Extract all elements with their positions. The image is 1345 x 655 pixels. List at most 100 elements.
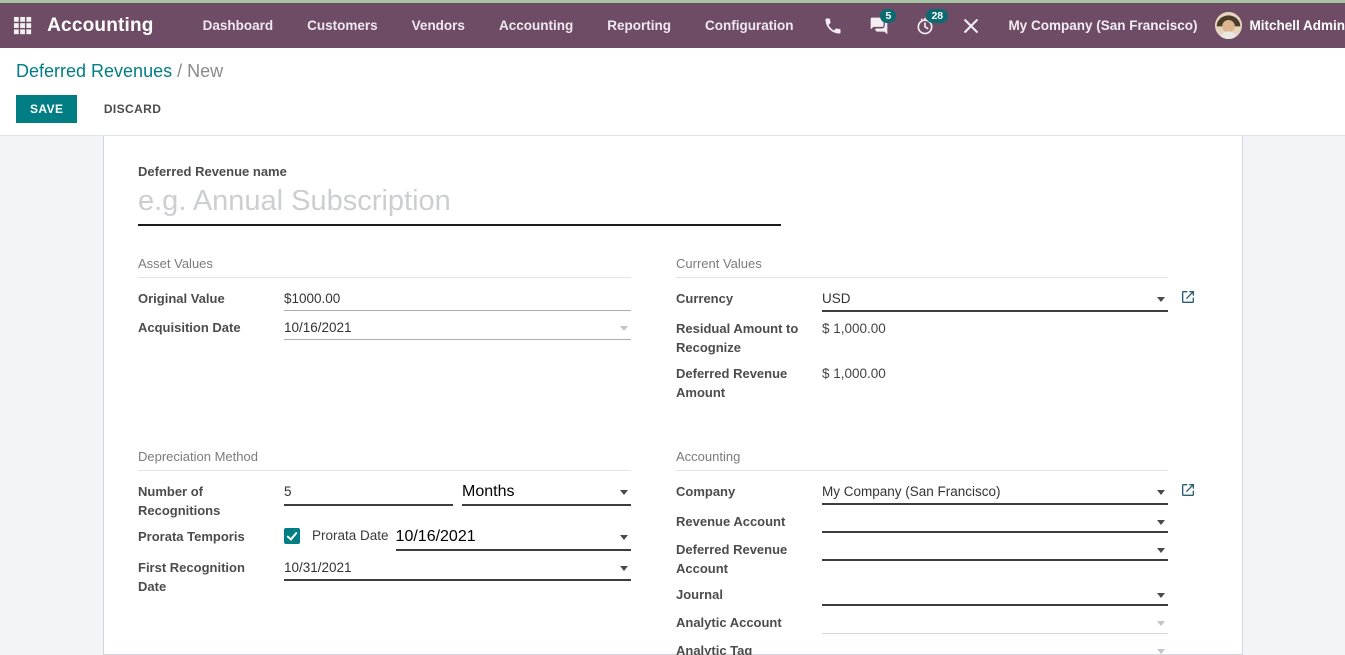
record-name-input[interactable]: [138, 183, 781, 226]
field-deferred-amount: Deferred Revenue Amount $ 1,000.00: [676, 364, 1168, 402]
chevron-down-icon[interactable]: [1157, 548, 1165, 553]
user-name: Mitchell Admin: [1249, 18, 1345, 33]
form-view: Deferred Revenue name Asset Values Origi…: [0, 136, 1345, 655]
messages-icon[interactable]: 5: [869, 16, 889, 36]
analytic-tag-select[interactable]: [822, 641, 1168, 655]
currency-select[interactable]: USD: [822, 289, 1168, 312]
group-depreciation-title: Depreciation Method: [138, 449, 631, 471]
menu-vendors[interactable]: Vendors: [395, 3, 482, 48]
chevron-down-icon[interactable]: [1157, 649, 1165, 654]
journal-label: Journal: [676, 585, 822, 604]
user-avatar: [1215, 12, 1242, 39]
field-acquisition-date: Acquisition Date 10/16/2021: [138, 318, 631, 340]
field-journal: Journal: [676, 585, 1168, 606]
control-panel: Deferred Revenues / New SAVE DISCARD: [0, 48, 1345, 136]
menu-customers[interactable]: Customers: [290, 3, 395, 48]
activities-clock-icon[interactable]: 28: [915, 16, 935, 36]
form-sheet: Deferred Revenue name Asset Values Origi…: [103, 136, 1243, 655]
record-name-block: Deferred Revenue name: [138, 164, 1242, 226]
prorata-label: Prorata Temporis: [138, 527, 284, 546]
group-asset-values-title: Asset Values: [138, 256, 631, 278]
save-button[interactable]: SAVE: [16, 95, 77, 123]
apps-grid-icon[interactable]: [13, 15, 32, 37]
original-value-text[interactable]: [284, 291, 631, 306]
field-analytic-account: Analytic Account: [676, 613, 1168, 634]
external-link-icon[interactable]: [1180, 482, 1196, 498]
original-value-input[interactable]: [284, 289, 631, 311]
company-label: Company: [676, 482, 822, 501]
discard-button[interactable]: DISCARD: [90, 95, 175, 123]
chevron-down-icon[interactable]: [620, 490, 628, 495]
top-navbar: Accounting Dashboard Customers Vendors A…: [0, 3, 1345, 48]
topbar-systray: 5 28 My Company (San Francisco) Mitchell…: [810, 12, 1345, 39]
main-menu: Dashboard Customers Vendors Accounting R…: [186, 3, 811, 48]
menu-configuration[interactable]: Configuration: [688, 3, 810, 48]
phone-icon[interactable]: [823, 16, 843, 36]
prorata-checkbox[interactable]: [284, 528, 300, 544]
field-prorata-temporis: Prorata Temporis Prorata Date 10/16/2021: [138, 527, 631, 551]
menu-dashboard[interactable]: Dashboard: [186, 3, 291, 48]
recognitions-label: Number of Recognitions: [138, 482, 284, 520]
deferred-amount-label: Deferred Revenue Amount: [676, 364, 822, 402]
field-analytic-tag: Analytic Tag: [676, 641, 1168, 655]
user-menu[interactable]: Mitchell Admin: [1215, 12, 1345, 39]
chevron-down-icon[interactable]: [620, 535, 628, 540]
group-depreciation-method: Depreciation Method Number of Recognitio…: [138, 449, 631, 655]
breadcrumb-separator: /: [177, 61, 182, 81]
chevron-down-icon[interactable]: [620, 326, 628, 331]
group-accounting: Accounting Company My Company (San Franc…: [676, 449, 1168, 655]
chevron-down-icon[interactable]: [1157, 520, 1165, 525]
recognitions-count-input[interactable]: [284, 482, 453, 506]
analytic-account-select[interactable]: [822, 613, 1168, 634]
deferred-account-select[interactable]: [822, 540, 1168, 561]
deferred-amount-value: $ 1,000.00: [822, 364, 1168, 385]
analytic-account-label: Analytic Account: [676, 613, 822, 632]
analytic-tag-label: Analytic Tag: [676, 641, 822, 655]
acquisition-date-input[interactable]: 10/16/2021: [284, 318, 631, 340]
revenue-account-label: Revenue Account: [676, 512, 822, 531]
field-number-of-recognitions: Number of Recognitions Months: [138, 482, 631, 520]
app-name[interactable]: Accounting: [47, 15, 154, 37]
field-residual-amount: Residual Amount to Recognize $ 1,000.00: [676, 319, 1168, 357]
group-asset-values: Asset Values Original Value Acquisition …: [138, 256, 631, 409]
field-original-value: Original Value: [138, 289, 631, 311]
record-name-label: Deferred Revenue name: [138, 164, 1242, 179]
revenue-account-select[interactable]: [822, 512, 1168, 533]
prorata-date-label: Prorata Date: [312, 528, 389, 543]
external-link-icon[interactable]: [1180, 289, 1196, 305]
breadcrumb: Deferred Revenues / New: [16, 61, 1329, 82]
menu-accounting[interactable]: Accounting: [482, 3, 590, 48]
chevron-down-icon[interactable]: [1157, 621, 1165, 626]
deferred-account-label: Deferred Revenue Account: [676, 540, 822, 578]
company-select[interactable]: My Company (San Francisco): [822, 482, 1168, 505]
form-columns-bottom: Depreciation Method Number of Recognitio…: [138, 449, 1242, 655]
chevron-down-icon[interactable]: [620, 566, 628, 571]
field-revenue-account: Revenue Account: [676, 512, 1168, 533]
tools-icon[interactable]: [961, 16, 981, 36]
group-current-values-title: Current Values: [676, 256, 1168, 278]
residual-amount-value: $ 1,000.00: [822, 319, 1168, 340]
chevron-down-icon[interactable]: [1157, 593, 1165, 598]
journal-select[interactable]: [822, 585, 1168, 606]
first-recognition-label: First Recognition Date: [138, 558, 284, 596]
field-deferred-revenue-account: Deferred Revenue Account: [676, 540, 1168, 578]
messages-count-badge: 5: [880, 9, 896, 23]
breadcrumb-parent[interactable]: Deferred Revenues: [16, 61, 172, 81]
prorata-date-input[interactable]: 10/16/2021: [396, 527, 631, 551]
original-value-label: Original Value: [138, 289, 284, 308]
activities-count-badge: 28: [926, 9, 948, 23]
first-recognition-date-input[interactable]: 10/31/2021: [284, 558, 631, 581]
recognitions-count-text[interactable]: [284, 484, 453, 499]
residual-amount-label: Residual Amount to Recognize: [676, 319, 822, 357]
group-current-values: Current Values Currency USD Residual Amo…: [676, 256, 1168, 409]
recognitions-inputs: Months: [284, 482, 631, 506]
field-company: Company My Company (San Francisco): [676, 482, 1168, 505]
acquisition-date-label: Acquisition Date: [138, 318, 284, 337]
menu-reporting[interactable]: Reporting: [590, 3, 688, 48]
group-accounting-title: Accounting: [676, 449, 1168, 471]
chevron-down-icon[interactable]: [1157, 297, 1165, 302]
company-switcher[interactable]: My Company (San Francisco): [1008, 18, 1197, 33]
chevron-down-icon[interactable]: [1157, 490, 1165, 495]
period-unit-select[interactable]: Months: [462, 482, 631, 506]
field-currency: Currency USD: [676, 289, 1168, 312]
